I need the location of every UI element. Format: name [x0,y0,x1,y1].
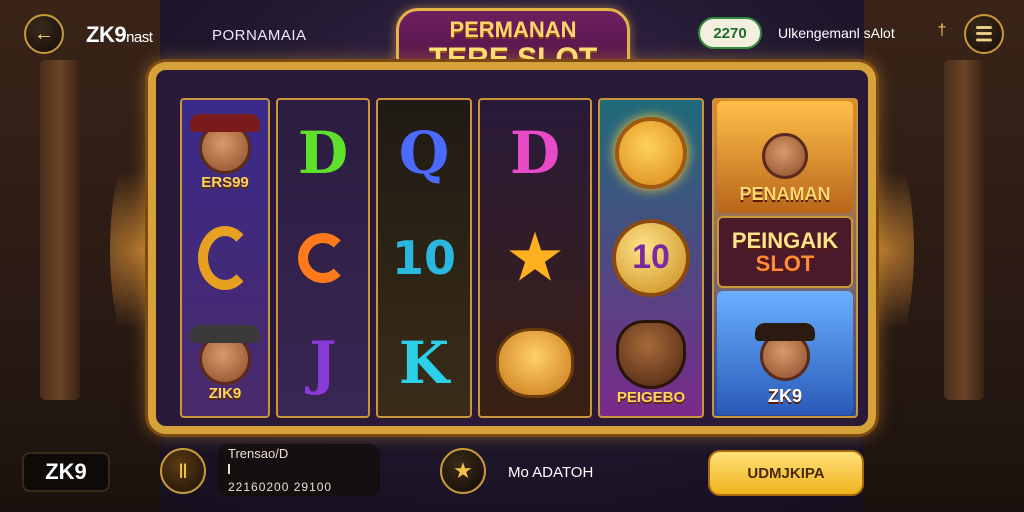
info-icon[interactable]: † [932,22,952,46]
face-shape [762,133,808,180]
orange-key-symbol [284,215,362,301]
star-icon: ★ [453,458,473,483]
reel-column-3: Q 10 K [376,98,472,418]
promo-text: Ulkengemanl sAlot [778,25,895,41]
coin-10-symbol: 10 [612,215,690,301]
reel-column-4: D ★ [478,98,592,418]
explorer-symbol: ERS99 [186,110,264,196]
bet-button[interactable]: Ⅱ [160,448,206,494]
bonus-card-bottom: ZK9 [717,290,853,415]
menu-button[interactable]: ☰ [964,14,1004,54]
reel-column-5: 10 PEIGEBO [598,98,704,418]
swirl-shape [298,232,348,283]
balance-display[interactable]: 2270 [698,17,762,49]
card-label: PEINGAIK [731,227,839,253]
brand-suffix: nast [126,29,153,46]
game-name: PORNAMAIA [212,27,307,44]
letter-d-symbol: D [297,118,349,187]
brand-name: ZK9 [86,22,127,47]
brand-logo: ZK9nast [86,22,153,48]
mask-symbol: PEIGEBO [612,320,690,406]
swirl-shape [198,225,252,290]
bet-marker [228,464,230,474]
coin-stack-icon: Ⅱ [178,460,188,483]
sun-symbol [612,110,690,196]
bet-info-box: Trensao/D 22160200 29100 [218,444,380,496]
mask-shape [616,320,686,390]
spin-button[interactable]: UDMJKIPA [708,450,864,496]
hat-shape [190,324,260,343]
reel-column-2: D J [276,98,370,418]
bonus-card-middle: PEINGAIK SLOT [717,215,853,288]
card-label: PENAMAN [739,184,831,205]
autoplay-label: Mo ADATOH [508,464,594,481]
stone-pillar-right [944,60,984,400]
coin-number: 10 [612,218,690,297]
bonus-card-top: PENAMAN [717,101,853,214]
letter-d-symbol: D [509,118,561,187]
gold-swirl-symbol [186,215,264,301]
symbol-label: PEIGEBO [616,389,686,407]
explorer-symbol: ZIK9 [186,320,264,406]
letter-k-symbol: K [398,329,450,398]
bet-value: 22160200 29100 [228,480,333,494]
back-button[interactable]: ← [24,14,64,54]
back-arrow-icon: ← [34,22,54,45]
hat-shape [190,114,260,133]
monster-shape [496,328,574,399]
symbol-label: ZIK9 [208,384,242,402]
menu-icon: ☰ [975,23,993,46]
gold-star-symbol: ★ [508,223,562,291]
reel-column-1: ERS99 ZIK9 [180,98,270,418]
bet-label: Trensao/D [228,446,289,461]
title-line-1: PERMANAN [449,17,577,42]
card-label: ZK9 [767,385,802,406]
hat-shape [755,322,815,341]
monster-symbol [496,320,574,406]
letter-q-symbol: Q [398,118,450,187]
card-label: SLOT [755,250,815,276]
slot-reel-frame: ERS99 ZIK9 D J Q 10 K D ★ 10 PEIGEBO PEN… [148,62,876,434]
autoplay-button[interactable]: ★ [440,448,486,494]
letter-j-symbol: J [309,329,337,398]
reel-column-6: PENAMAN PEINGAIK SLOT ZK9 [712,98,858,418]
stone-pillar-left [40,60,80,400]
footer-logo: ZK9 [22,452,110,492]
sun-shape [615,116,687,189]
number-10-symbol: 10 [391,230,456,285]
symbol-label: ERS99 [201,174,249,192]
